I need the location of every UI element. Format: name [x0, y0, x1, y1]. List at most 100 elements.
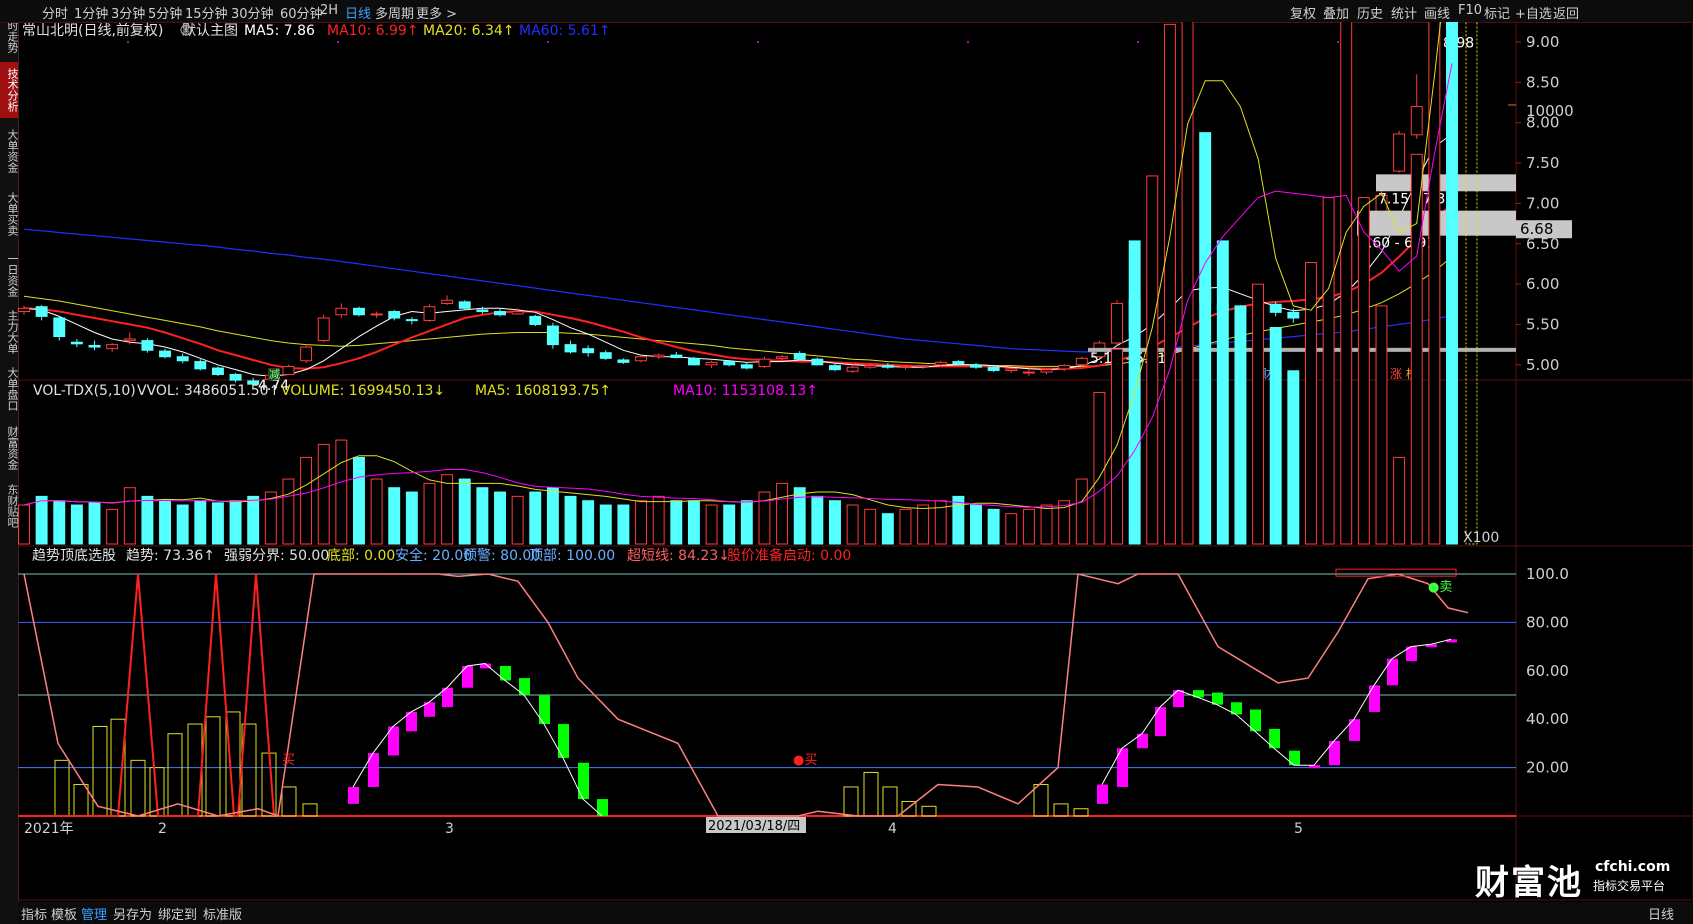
period-8[interactable]: 日线: [345, 3, 371, 22]
candle-body: [758, 358, 771, 367]
period-7[interactable]: 2H: [320, 3, 338, 18]
sidebar-tab-1[interactable]: 技术分析: [0, 62, 19, 118]
indicator-legend-8: 股价准备启动: 0.00: [727, 547, 851, 564]
watermark-brand: 财富池: [1475, 863, 1583, 903]
candle-body: [18, 307, 30, 313]
candle-body: [1022, 371, 1035, 374]
indicator-legend-0: 趋势顶底选股: [32, 548, 116, 564]
candle-body: [141, 340, 154, 351]
candle-body: [458, 301, 471, 309]
volume-bar: [1393, 456, 1406, 545]
candle-body: [282, 365, 295, 375]
volume-bar: [247, 495, 260, 545]
volume-bar: [864, 508, 877, 545]
tool-0[interactable]: 复权: [1290, 3, 1316, 22]
volume-bar: [476, 487, 489, 545]
candle-body: [511, 311, 524, 315]
main-legend-2: MA5: 7.86: [244, 23, 315, 39]
volume-bar: [70, 504, 83, 545]
bottom-bar: [302, 803, 318, 817]
candle-body: [952, 361, 965, 365]
candle-body: [352, 307, 365, 316]
bottom-tab-4[interactable]: 绑定到: [158, 904, 197, 923]
period-6[interactable]: 60分钟: [280, 3, 323, 22]
period-0[interactable]: 分时: [42, 3, 68, 22]
indicator-tick-label: 80.00: [1526, 613, 1569, 631]
candle-body: [194, 361, 207, 370]
volume-bar: [617, 504, 630, 545]
tool-7[interactable]: +自选: [1515, 3, 1552, 22]
tool-8[interactable]: 返回: [1553, 3, 1579, 22]
price-tick-label: 7.50: [1526, 154, 1559, 172]
sidebar-tab-6[interactable]: 大单盘口: [0, 362, 19, 416]
tool-6[interactable]: 标记: [1484, 3, 1510, 22]
volume-bar: [1199, 132, 1212, 545]
bottom-tab-3[interactable]: 另存为: [113, 904, 152, 923]
candle-body: [53, 317, 66, 338]
tool-4[interactable]: 画线: [1424, 3, 1450, 22]
sidebar-tab-7[interactable]: 财富资金: [0, 420, 19, 476]
candle-body: [987, 366, 1000, 371]
candle-body: [846, 366, 859, 372]
top-dot: [127, 41, 129, 43]
volume-tick-label: 10000: [1526, 102, 1574, 120]
tool-1[interactable]: 叠加: [1323, 3, 1349, 22]
bottom-tab-2[interactable]: 管理: [81, 904, 107, 923]
volume-bar: [652, 495, 665, 545]
bottom-bar: [281, 786, 297, 817]
volume-bar: [811, 495, 824, 545]
period-3[interactable]: 5分钟: [148, 3, 182, 22]
period-10[interactable]: 更多 >: [416, 3, 457, 22]
period-4[interactable]: 15分钟: [185, 3, 228, 22]
tool-2[interactable]: 历史: [1357, 3, 1383, 22]
main-legend-0: 常山北明(日线,前复权): [22, 22, 163, 39]
bottom-tab-1[interactable]: 模板: [51, 904, 77, 923]
volume-bar: [1022, 508, 1035, 545]
sidebar-tab-5[interactable]: 主力大单: [0, 306, 19, 358]
sidebar-tab-8[interactable]: 东财贴吧: [0, 480, 19, 532]
sidebar-tab-2[interactable]: 大单资金: [0, 122, 19, 180]
volume-bar: [1287, 370, 1300, 545]
bottom-bar: [130, 759, 146, 817]
candle-body: [317, 317, 330, 342]
volume-bar: [441, 474, 454, 545]
chart-border: [18, 22, 1693, 901]
x100-label: X100: [1463, 530, 1499, 546]
volume-bar: [1322, 197, 1335, 545]
tool-3[interactable]: 统计: [1391, 3, 1417, 22]
date-label: 2021年: [24, 821, 74, 837]
price-tick-label: 9.00: [1526, 33, 1559, 51]
volume-bar: [705, 504, 718, 545]
volume-bar: [846, 504, 859, 545]
candle-body: [1005, 368, 1018, 371]
bottom-bar: [167, 733, 183, 817]
sidebar-tab-4[interactable]: 一日资金: [0, 248, 19, 302]
sidebar-tab-3[interactable]: 大单买卖: [0, 185, 19, 243]
indicator-tick-label: 20.00: [1526, 759, 1569, 777]
volume-bar: [300, 456, 313, 545]
candle-body: [88, 344, 101, 348]
trend-block: [1369, 685, 1380, 712]
period-2[interactable]: 3分钟: [111, 3, 145, 22]
volume-bar: [159, 500, 172, 545]
bottom-period[interactable]: 日线: [1648, 904, 1674, 923]
indicator-legend-1: 趋势: 73.36↑: [126, 548, 215, 564]
candle-body: [582, 348, 595, 354]
candle-body: [300, 346, 313, 362]
volume-bar: [123, 487, 136, 545]
volume-bar: [53, 500, 66, 545]
tool-5[interactable]: F10: [1458, 3, 1482, 18]
period-1[interactable]: 1分钟: [74, 3, 108, 22]
volume-bar: [317, 443, 330, 545]
trend-block: [1387, 658, 1398, 686]
volume-bar: [35, 495, 48, 545]
volume-bar: [1446, 22, 1458, 545]
period-9[interactable]: 多周期: [375, 3, 414, 22]
period-5[interactable]: 30分钟: [231, 3, 274, 22]
bottom-tab-5[interactable]: 标准版: [203, 904, 242, 923]
volume-bar: [1269, 327, 1282, 545]
volume-legend-1: VVOL: 3486051.50↑: [137, 383, 280, 399]
bottom-tab-0[interactable]: 指标: [21, 904, 47, 923]
sell-signal: ●卖: [1428, 580, 1452, 595]
volume-bar: [952, 495, 965, 545]
